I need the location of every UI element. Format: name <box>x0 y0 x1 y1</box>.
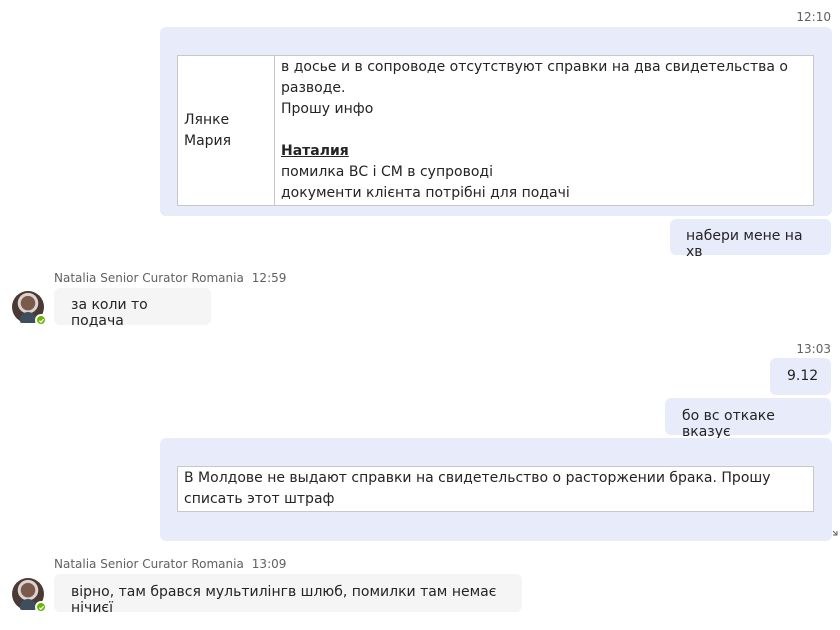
message-text: за коли то подача <box>71 297 148 329</box>
message-header: Natalia Senior Curator Romania 13:09 <box>54 557 286 571</box>
table-text: В Молдове не выдают справки на свидетель… <box>184 470 771 507</box>
outgoing-message[interactable]: набери мене на хв <box>670 219 831 260</box>
message-text: вірно, там брався мультилінгв шлюб, поми… <box>71 584 497 616</box>
sender-name[interactable]: Natalia Senior Curator Romania <box>54 271 244 285</box>
table-name: Лянке Мария <box>184 111 232 149</box>
scroll-arrow-icon[interactable] <box>832 530 838 536</box>
presence-available-icon <box>35 314 47 326</box>
outgoing-message[interactable]: Лянке Мария в досье и в сопроводе отсутс… <box>160 27 832 216</box>
incoming-message[interactable]: за коли то подача <box>54 288 211 329</box>
message-timestamp: 12:10 <box>796 10 831 24</box>
quoted-table: В Молдове не выдают справки на свидетель… <box>177 466 814 512</box>
table-text-line: помилка ВС і СМ в супроводі <box>281 164 493 180</box>
message-text: 9.12 <box>787 368 819 384</box>
table-content-cell: в досье и в сопроводе отсутствуют справк… <box>274 55 814 206</box>
outgoing-message[interactable]: 9.12 <box>770 358 831 395</box>
table-name-cell: Лянке Мария <box>177 55 275 206</box>
message-timestamp: 12:59 <box>251 271 287 285</box>
table-text-line: Прошу инфо <box>281 101 374 117</box>
message-timestamp: 13:09 <box>251 557 287 571</box>
incoming-message[interactable]: вірно, там брався мультилінгв шлюб, поми… <box>54 574 522 616</box>
message-text: набери мене на хв <box>686 228 803 260</box>
table-text-line: документи клієнта потрібні для подачі <box>281 185 570 201</box>
avatar-figure <box>20 312 36 323</box>
table-text-line: в досье и в сопроводе отсутствуют справк… <box>281 59 788 96</box>
presence-available-icon <box>35 601 47 613</box>
sender-name[interactable]: Natalia Senior Curator Romania <box>54 557 244 571</box>
user-avatar[interactable] <box>12 291 47 326</box>
outgoing-message[interactable]: В Молдове не выдают справки на свидетель… <box>160 438 832 541</box>
message-header: Natalia Senior Curator Romania 12:59 <box>54 271 286 285</box>
table-content-cell: В Молдове не выдают справки на свидетель… <box>177 466 814 512</box>
quoted-table: Лянке Мария в досье и в сопроводе отсутс… <box>177 55 814 206</box>
avatar-figure <box>20 599 36 610</box>
user-avatar[interactable] <box>12 578 47 613</box>
mention-link[interactable]: Наталия <box>281 141 807 162</box>
message-text: бо вс откаке вказує <box>682 408 775 440</box>
outgoing-message[interactable]: бо вс откаке вказує <box>665 398 831 440</box>
message-timestamp: 13:03 <box>796 342 831 356</box>
